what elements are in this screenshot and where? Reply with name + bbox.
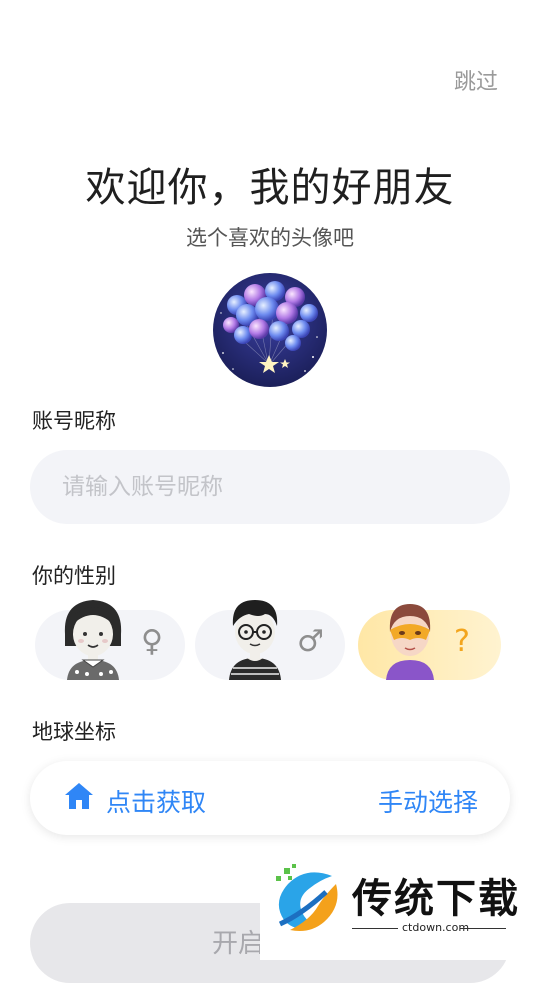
nickname-input[interactable] [30,450,510,524]
watermark-divider [352,928,398,929]
location-card: 点击获取 手动选择 [30,761,510,835]
male-avatar-icon [229,600,281,680]
watermark-logo-icon [276,864,338,931]
nickname-label: 账号昵称 [32,409,116,433]
watermark-url: ctdown.com [402,921,470,934]
welcome-subtitle: 选个喜欢的头像吧 [186,226,354,250]
welcome-title: 欢迎你，我的好朋友 [85,165,455,211]
watermark-text: 传统下载 [352,876,520,922]
gender-label: 你的性别 [32,564,116,588]
home-icon [65,783,93,809]
gender-option-unknown[interactable]: ? [358,604,501,680]
skip-button[interactable]: 跳过 [454,64,498,96]
question-mark-icon: ? [454,624,470,659]
masked-avatar-icon [386,604,434,680]
female-avatar-icon [64,600,122,680]
avatar-picker[interactable] [213,273,327,387]
male-symbol-icon: ♂ [297,624,324,659]
get-location-button[interactable]: 点击获取 [106,783,206,819]
watermark-divider [460,928,506,929]
gender-option-male[interactable]: ♂ [195,600,345,680]
manual-select-button[interactable]: 手动选择 [378,783,478,819]
start-button-label: 开启 [212,929,265,959]
location-label: 地球坐标 [32,720,116,744]
balloon-avatar-image [213,273,327,387]
gender-option-female[interactable]: ♀ [35,600,185,680]
female-symbol-icon: ♀ [141,624,163,659]
